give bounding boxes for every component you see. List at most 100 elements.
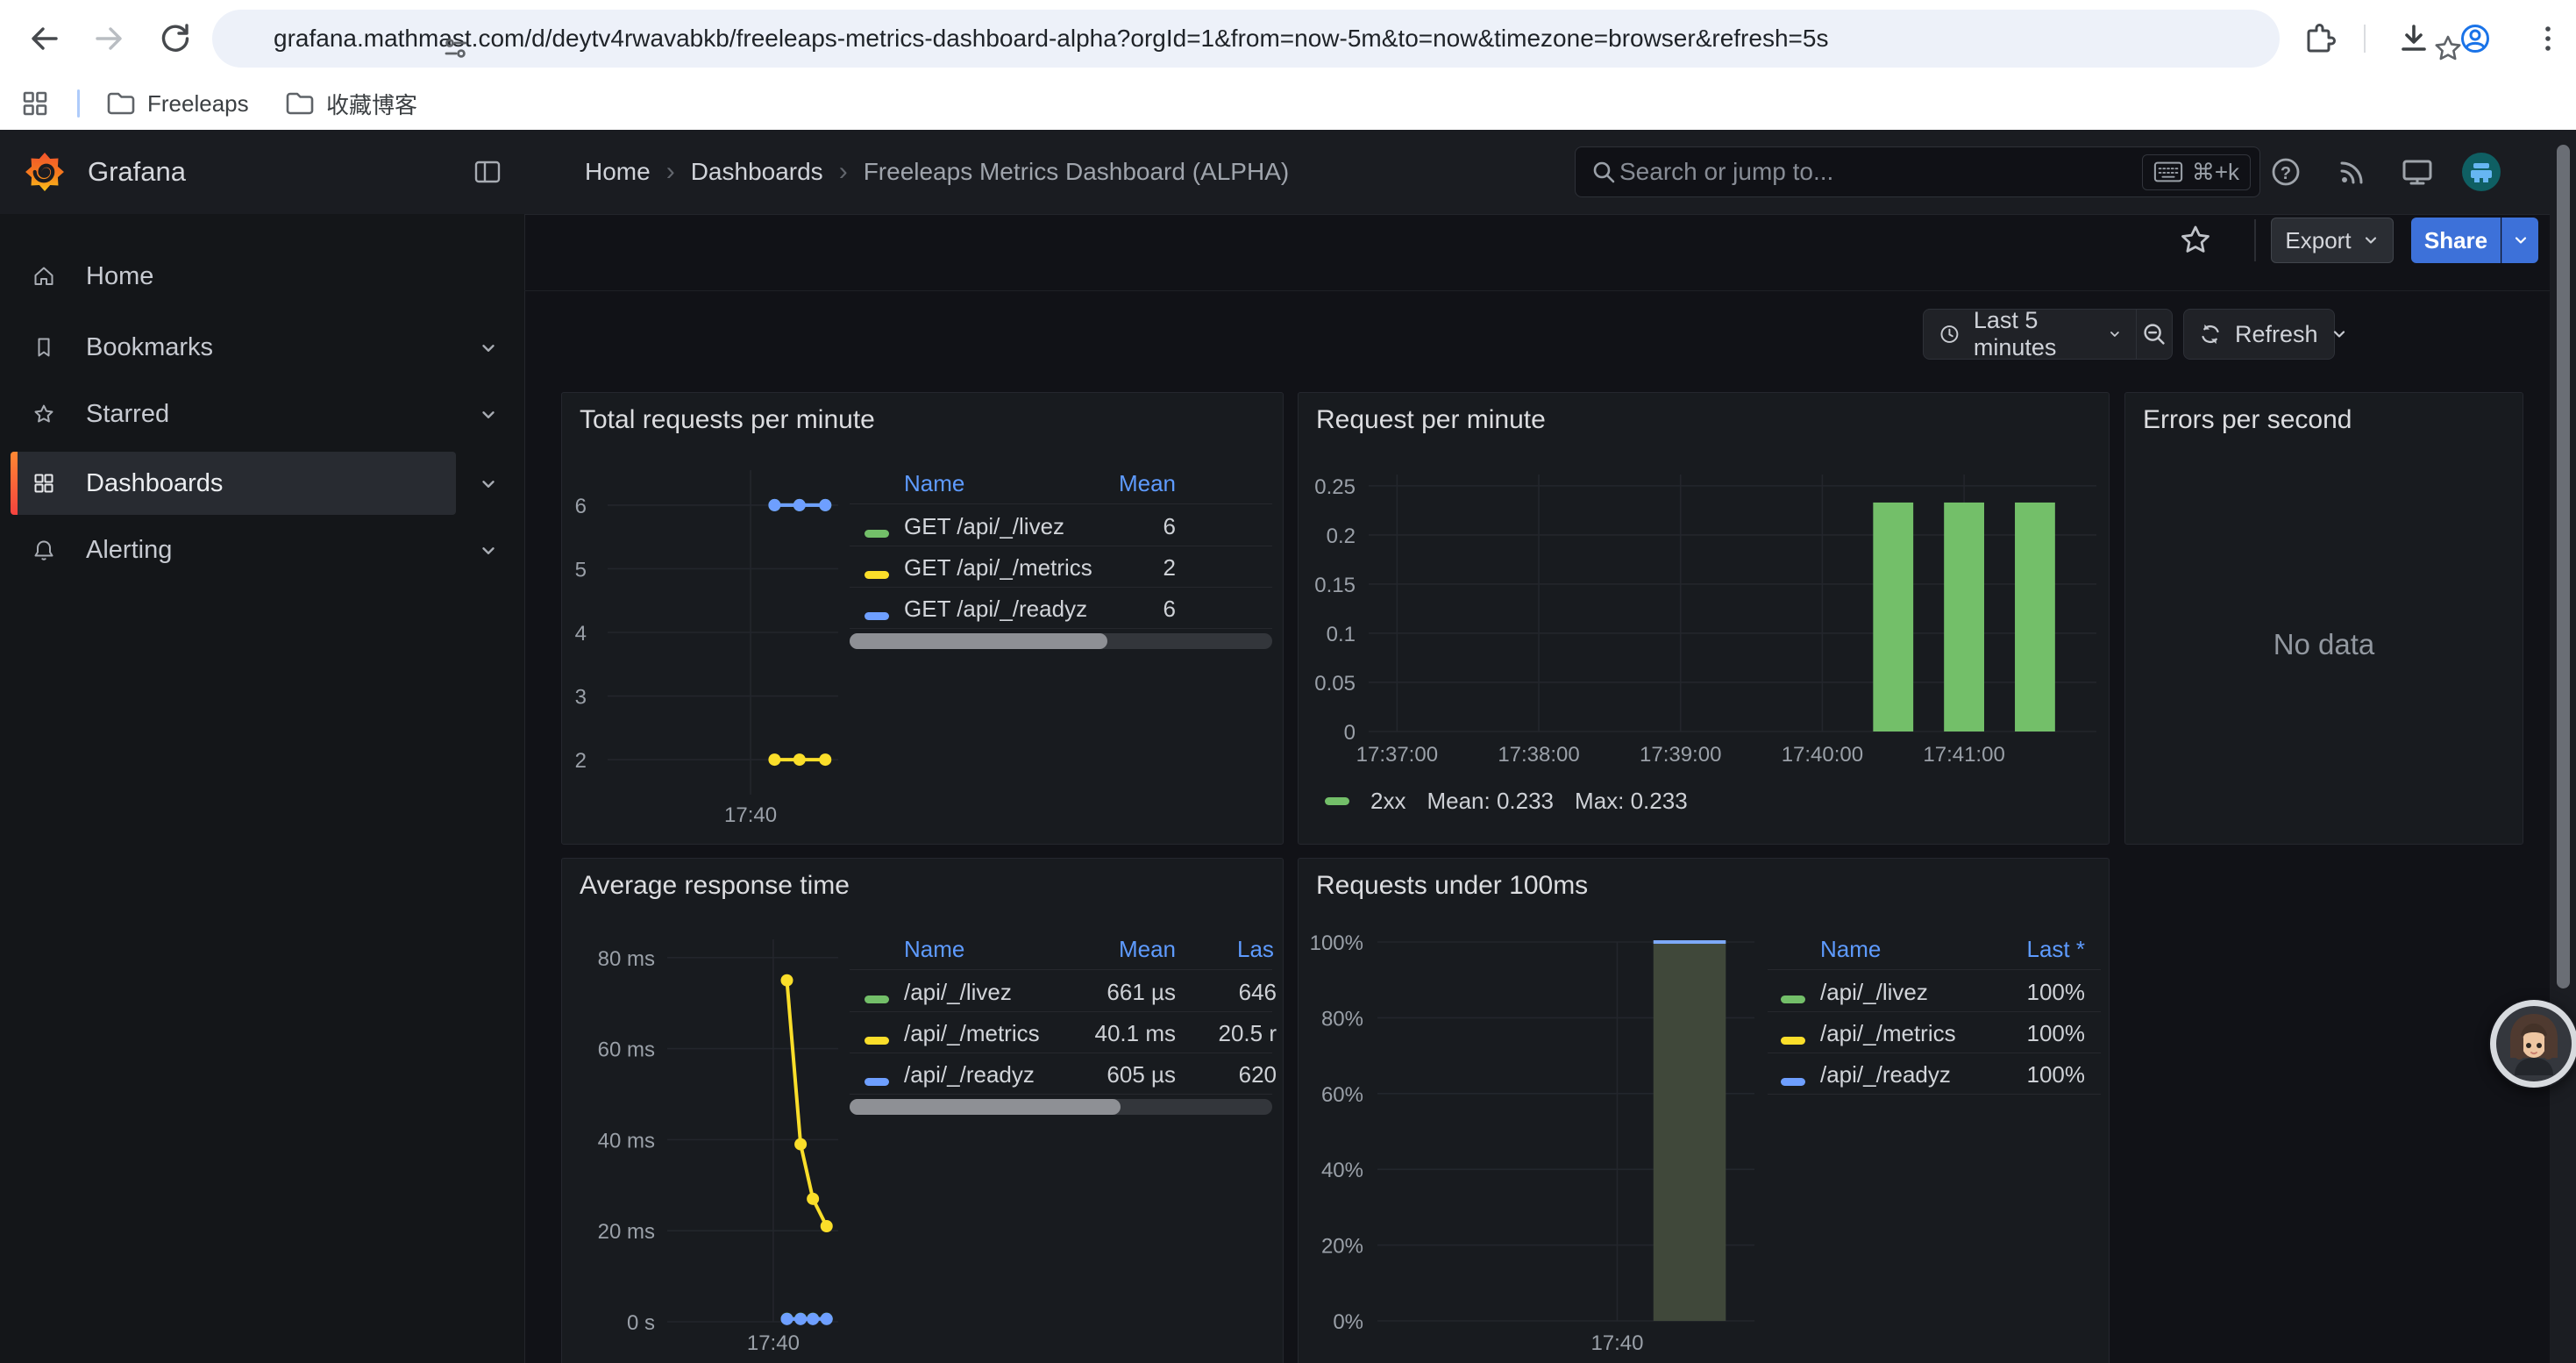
chevron-down-icon[interactable] (479, 475, 498, 494)
sidebar-item-label: Starred (86, 400, 169, 429)
kiosk-monitor-icon[interactable] (2398, 153, 2437, 191)
series-GET /api/_/metrics (768, 753, 831, 766)
legend-row[interactable]: GET /api/_/metrics2 (850, 546, 1281, 588)
series-name: 2xx (1370, 788, 1405, 815)
bookmarks-bar: Freeleaps 收藏博客 (0, 77, 2576, 131)
x-tick-label: 17:40:00 (1782, 743, 1863, 767)
breadcrumb-separator: › (666, 157, 675, 187)
bookmark-folder-freeleaps[interactable]: Freeleaps (93, 84, 261, 123)
bookmark-folder-blogs[interactable]: 收藏博客 (272, 84, 430, 123)
browser-toolbar: grafana.mathmast.com/d/deytv4rwavabkb/fr… (0, 0, 2576, 77)
actions-divider (2254, 219, 2256, 261)
scrollbar-thumb[interactable] (2557, 145, 2570, 988)
forward-icon[interactable] (90, 19, 129, 58)
grafana-header: Grafana Home › Dashboards › Freeleaps Me… (0, 130, 2576, 215)
legend-table: NameMeanGET /api/_/livez6GET /api/_/metr… (850, 467, 1281, 655)
chevron-down-icon[interactable] (479, 541, 498, 560)
refresh-interval-button[interactable] (2330, 310, 2348, 359)
menu-kebab-icon[interactable] (2529, 19, 2567, 58)
bookmark-icon (32, 335, 56, 360)
time-range-group: Last 5 minutes (1923, 309, 2173, 360)
chart-request-per-minute: 00.050.10.150.20.2517:37:0017:38:0017:39… (1299, 393, 2110, 845)
data-point (794, 1313, 807, 1325)
panel-requests-under-100ms: Requests under 100ms 100%80%60%40%20%0%1… (1298, 858, 2110, 1363)
legend-column-header[interactable]: Last * (1768, 936, 2085, 963)
sidebar-toggle-icon[interactable] (472, 156, 503, 188)
legend-row[interactable]: GET /api/_/readyz6 (850, 587, 1281, 629)
time-range-picker[interactable]: Last 5 minutes (1924, 310, 2136, 359)
legend-scrollbar-track[interactable] (850, 1099, 1272, 1115)
help-icon[interactable]: ? (2266, 153, 2305, 191)
y-tick-label: 80 ms (598, 947, 655, 971)
legend-column-header[interactable]: Mean (850, 936, 1176, 963)
legend-scrollbar-track[interactable] (850, 633, 1272, 649)
series-swatch (1325, 797, 1349, 805)
legend-row[interactable]: /api/_/livez100% (1768, 970, 2108, 1012)
chevron-down-icon[interactable] (479, 339, 498, 358)
legend-row[interactable]: /api/_/metrics100% (1768, 1011, 2108, 1053)
legend-row[interactable]: /api/_/metrics40.1 ms20.5 r (850, 1011, 1281, 1053)
series-value: 100% (1768, 1020, 2085, 1047)
grafana-logo[interactable] (25, 152, 65, 192)
data-point (781, 974, 793, 987)
search-input[interactable] (1618, 157, 2142, 187)
legend-inline[interactable]: 2xx Mean: 0.233 Max: 0.233 (1325, 788, 1688, 815)
sidebar-item-label: Alerting (86, 536, 172, 565)
legend-row[interactable]: /api/_/readyz605 µs620 (850, 1053, 1281, 1095)
zoom-out-button[interactable] (2136, 310, 2172, 359)
breadcrumb-home[interactable]: Home (585, 158, 651, 186)
sidebar-item-dashboards[interactable]: Dashboards (11, 452, 456, 515)
legend-scrollbar-thumb[interactable] (850, 1099, 1121, 1115)
sidebar-item-alerting[interactable]: Alerting (11, 518, 456, 582)
url-text[interactable]: grafana.mathmast.com/d/deytv4rwavabkb/fr… (274, 25, 1828, 53)
chevron-down-icon (2108, 325, 2122, 343)
search-box[interactable]: ⌘+k (1575, 146, 2260, 197)
tune-icon[interactable] (440, 32, 472, 64)
time-range-label: Last 5 minutes (1974, 307, 2096, 361)
url-bar[interactable]: grafana.mathmast.com/d/deytv4rwavabkb/fr… (212, 10, 2280, 68)
assistant-avatar[interactable] (2488, 998, 2576, 1089)
breadcrumb-dashboards[interactable]: Dashboards (691, 158, 823, 186)
share-dropdown-button[interactable] (2501, 218, 2538, 263)
favorite-star-icon[interactable] (2176, 221, 2215, 260)
data-point (793, 499, 806, 511)
series-value: 20.5 r (850, 1020, 1277, 1047)
sidebar-item-label: Bookmarks (86, 333, 213, 362)
keyboard-icon (2153, 161, 2183, 183)
back-icon[interactable] (25, 19, 63, 58)
y-tick-label: 100% (1310, 931, 1363, 955)
series-value: 620 (850, 1061, 1277, 1088)
reload-icon[interactable] (156, 19, 195, 58)
refresh-label: Refresh (2235, 321, 2318, 348)
apps-grid-icon[interactable] (19, 88, 51, 119)
sidebar-item-bookmarks[interactable]: Bookmarks (11, 316, 456, 379)
sidebar-item-home[interactable]: Home (11, 245, 456, 308)
legend-scrollbar-thumb[interactable] (850, 633, 1107, 649)
export-button[interactable]: Export (2271, 218, 2394, 263)
data-point (819, 753, 831, 766)
panel-title[interactable]: Errors per second (2143, 405, 2352, 435)
series-value: 6 (850, 596, 1176, 623)
legend-column-header[interactable]: Mean (850, 470, 1176, 497)
y-tick-label: 0 (1344, 721, 1356, 745)
legend-column-header[interactable]: Las (1237, 936, 1274, 963)
chevron-down-icon[interactable] (479, 405, 498, 425)
legend-row[interactable]: GET /api/_/livez6 (850, 504, 1281, 546)
extensions-icon[interactable] (2298, 19, 2337, 58)
profile-icon[interactable] (2456, 19, 2494, 58)
chevron-down-icon (2330, 325, 2348, 343)
share-button[interactable]: Share (2411, 218, 2501, 263)
data-point (821, 1313, 833, 1325)
series-/api/_/metrics (781, 974, 833, 1232)
y-tick-label: 0.1 (1327, 623, 1356, 646)
svg-text:?: ? (2281, 164, 2291, 183)
legend-row[interactable]: /api/_/readyz100% (1768, 1053, 2108, 1095)
sidebar-item-starred[interactable]: Starred (11, 382, 456, 446)
legend-row[interactable]: /api/_/livez661 µs646 (850, 970, 1281, 1012)
news-rss-icon[interactable] (2333, 153, 2372, 191)
download-icon[interactable] (2395, 19, 2433, 58)
org-avatar[interactable] (2462, 153, 2501, 191)
area-band (1654, 942, 1726, 1321)
refresh-button[interactable]: Refresh (2184, 310, 2330, 359)
data-point (768, 499, 780, 511)
